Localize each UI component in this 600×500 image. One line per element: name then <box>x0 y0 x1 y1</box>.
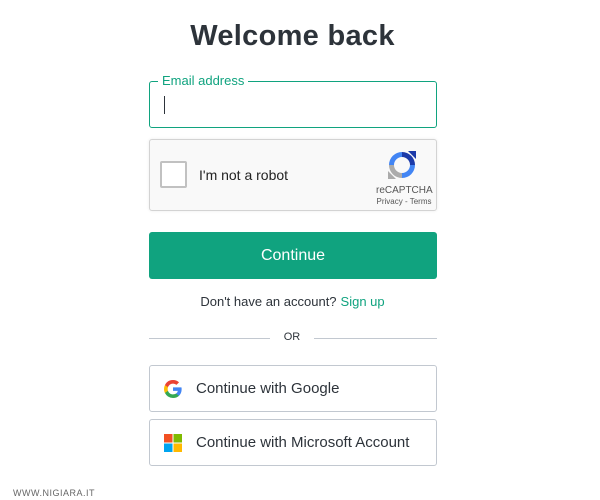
page-title: Welcome back <box>190 20 395 52</box>
email-field[interactable]: Email address <box>149 73 437 128</box>
recaptcha-logo-icon <box>388 151 416 179</box>
google-button-label: Continue with Google <box>196 380 340 397</box>
recaptcha-widget: I'm not a robot reCAPTCHA Privacy - Term… <box>149 139 437 211</box>
recaptcha-privacy-link[interactable]: Privacy <box>377 197 403 206</box>
recaptcha-terms-link[interactable]: Terms <box>410 197 432 206</box>
signup-prompt-line: Don't have an account? Sign up <box>0 294 585 309</box>
recaptcha-label: I'm not a robot <box>199 167 289 183</box>
microsoft-button-label: Continue with Microsoft Account <box>196 434 410 451</box>
recaptcha-checkbox[interactable] <box>160 161 187 188</box>
microsoft-logo-icon <box>164 433 182 452</box>
signup-prompt: Don't have an account? <box>200 294 337 309</box>
email-input[interactable] <box>151 83 435 126</box>
continue-button[interactable]: Continue <box>149 232 437 279</box>
login-page: Welcome back Email address I'm not a rob… <box>0 0 600 500</box>
divider-or-text: OR <box>283 331 301 343</box>
watermark: WWW.NIGIARA.IT <box>13 488 95 498</box>
continue-with-microsoft-button[interactable]: Continue with Microsoft Account <box>149 419 437 466</box>
text-caret <box>164 96 165 114</box>
recaptcha-links-separator: - <box>402 197 410 206</box>
signup-link[interactable]: Sign up <box>341 294 385 309</box>
continue-with-google-button[interactable]: Continue with Google <box>149 365 437 412</box>
divider-line-left <box>149 338 270 339</box>
divider-line-right <box>314 338 437 339</box>
recaptcha-links: Privacy - Terms <box>372 197 436 206</box>
google-logo-icon <box>164 379 182 398</box>
recaptcha-brand: reCAPTCHA <box>376 185 433 196</box>
